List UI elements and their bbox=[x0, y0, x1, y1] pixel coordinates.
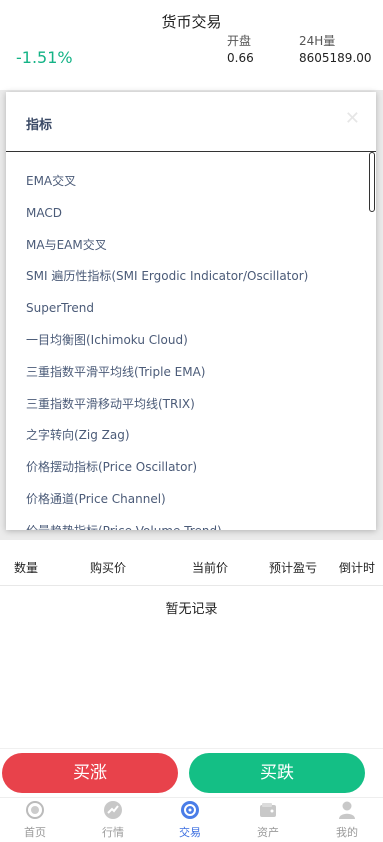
indicator-item-ema-cross[interactable]: EMA交叉 bbox=[6, 166, 368, 198]
indicator-item-price-channel[interactable]: 价格通道(Price Channel) bbox=[6, 484, 368, 516]
indicator-item-price-oscillator[interactable]: 价格摆动指标(Price Oscillator) bbox=[6, 452, 368, 484]
indicator-item-smi[interactable]: SMI 遍历性指标(SMI Ergodic Indicator/Oscillat… bbox=[6, 261, 368, 293]
orders-table-header: 数量 购买价 当前价 预计盈亏 倒计时 bbox=[0, 552, 383, 586]
stat-label-volume: 24H量 bbox=[299, 34, 336, 48]
list-scrollbar[interactable] bbox=[369, 152, 375, 212]
tab-profile[interactable]: 我的 bbox=[317, 800, 377, 840]
tab-home[interactable]: 首页 bbox=[5, 800, 65, 840]
tab-trade[interactable]: 交易 bbox=[160, 800, 220, 840]
tab-label-market: 行情 bbox=[102, 826, 124, 839]
tab-assets[interactable]: 资产 bbox=[238, 800, 298, 840]
indicator-item-supertrend[interactable]: SuperTrend bbox=[6, 293, 368, 325]
tab-label-home: 首页 bbox=[24, 826, 46, 839]
stat-label-open: 开盘 bbox=[227, 34, 252, 48]
buy-up-button[interactable]: 买涨 bbox=[2, 753, 178, 793]
tab-market[interactable]: 行情 bbox=[83, 800, 143, 840]
column-buy-price: 购买价 bbox=[90, 561, 127, 575]
stat-value-volume: 8605189.00 bbox=[299, 51, 372, 65]
price-change: -1.51% bbox=[16, 48, 73, 67]
home-icon bbox=[26, 801, 44, 819]
indicator-item-ma-ema-cross[interactable]: MA与EAM交叉 bbox=[6, 230, 368, 262]
tab-label-assets: 资产 bbox=[257, 826, 279, 839]
page-title: 货币交易 bbox=[161, 13, 222, 31]
buy-down-button[interactable]: 买跌 bbox=[189, 753, 365, 793]
column-countdown: 倒计时 bbox=[339, 561, 376, 575]
indicator-list: EMA交叉 MACD MA与EAM交叉 SMI 遍历性指标(SMI Ergodi… bbox=[6, 166, 368, 530]
indicator-item-zigzag[interactable]: 之字转向(Zig Zag) bbox=[6, 420, 368, 452]
modal-header: 指标 ✕ bbox=[6, 92, 376, 152]
empty-state: 暂无记录 bbox=[165, 602, 218, 617]
column-expected-pnl: 预计盈亏 bbox=[269, 561, 318, 575]
indicator-item-ichimoku[interactable]: 一目均衡图(Ichimoku Cloud) bbox=[6, 325, 368, 357]
bottom-tab-bar: 首页 行情 交易 资产 我的 bbox=[0, 797, 383, 842]
wallet-icon bbox=[260, 803, 276, 817]
market-icon bbox=[104, 801, 122, 819]
column-current-price: 当前价 bbox=[192, 561, 229, 575]
ticker-summary: 开盘 24H量 -1.51% 0.66 8605189.00 bbox=[0, 30, 383, 90]
trade-icon bbox=[181, 801, 199, 819]
user-icon bbox=[339, 801, 355, 819]
tab-label-profile: 我的 bbox=[336, 826, 358, 839]
indicator-item-price-volume-trend[interactable]: 价量趋势指标(Price Volume Trend) bbox=[6, 516, 368, 530]
indicator-item-macd[interactable]: MACD bbox=[6, 198, 368, 230]
indicator-modal: 指标 ✕ EMA交叉 MACD MA与EAM交叉 SMI 遍历性指标(SMI E… bbox=[6, 92, 376, 530]
indicator-item-trix[interactable]: 三重指数平滑移动平均线(TRIX) bbox=[6, 389, 368, 421]
modal-title: 指标 bbox=[26, 118, 53, 133]
tab-label-trade: 交易 bbox=[179, 826, 201, 839]
indicator-item-triple-ema[interactable]: 三重指数平滑平均线(Triple EMA) bbox=[6, 357, 368, 389]
stat-value-open: 0.66 bbox=[227, 51, 254, 65]
divider bbox=[0, 748, 383, 749]
close-icon[interactable]: ✕ bbox=[345, 108, 360, 129]
column-quantity: 数量 bbox=[14, 561, 39, 575]
